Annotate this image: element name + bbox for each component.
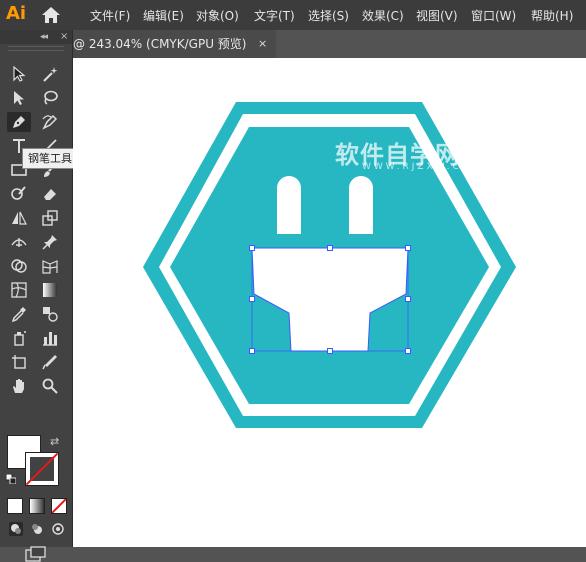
selection-arrow-icon <box>13 65 26 82</box>
close-icon[interactable]: × <box>60 31 68 42</box>
blend-tool[interactable] <box>38 304 62 324</box>
menu-bar: Ai 文件(F) 编辑(E) 对象(O) 文字(T) 选择(S) 效果(C) 视… <box>0 0 586 31</box>
eraser-tool[interactable] <box>38 184 62 204</box>
document-tab-title: @ 243.04% (CMYK/GPU 预览) <box>73 37 247 51</box>
blend-icon <box>43 307 58 322</box>
home-icon[interactable] <box>40 5 62 25</box>
menu-select[interactable]: 选择(S) <box>308 7 349 24</box>
color-mode-button[interactable] <box>7 498 23 514</box>
stroke-color-swatch[interactable] <box>25 452 59 486</box>
menu-file[interactable]: 文件(F) <box>90 7 130 24</box>
plug-prong-right <box>349 176 373 234</box>
width-icon <box>11 238 27 247</box>
document-tab-bar: @ 243.04% (CMYK/GPU 预览) × <box>73 30 586 58</box>
app-logo: Ai <box>6 3 27 24</box>
draw-behind-icon[interactable] <box>30 522 44 536</box>
tools-panel-header: ◂◂ × <box>0 30 72 44</box>
default-colors-icon[interactable] <box>6 474 16 484</box>
symbol-sprayer-tool[interactable] <box>7 328 31 348</box>
shape-builder-icon <box>11 259 27 273</box>
reflect-icon <box>12 211 27 225</box>
direct-selection-icon <box>14 91 24 105</box>
collapse-icon[interactable]: ◂◂ <box>40 32 48 42</box>
pen-nib-icon <box>13 116 25 128</box>
eyedropper-tool[interactable] <box>7 304 31 324</box>
screen-mode-icon[interactable] <box>25 546 47 562</box>
none-slash-icon <box>52 499 66 513</box>
perspective-grid-tool[interactable] <box>38 256 62 276</box>
menu-window[interactable]: 窗口(W) <box>471 7 516 24</box>
slice-tool[interactable] <box>38 352 62 372</box>
draw-normal-icon[interactable] <box>9 522 23 536</box>
slice-knife-icon <box>42 355 57 370</box>
draw-inside-icon[interactable] <box>51 522 65 536</box>
menu-effect[interactable]: 效果(C) <box>362 7 404 24</box>
puppet-warp-tool[interactable] <box>38 232 62 252</box>
column-graph-tool[interactable] <box>38 328 62 348</box>
artboard-icon <box>12 355 26 369</box>
watermark: 软件自学网 WWW.RJZXW.COM <box>335 135 485 175</box>
artboard-canvas[interactable]: 软件自学网 WWW.RJZXW.COM <box>73 58 586 547</box>
curvature-tool[interactable] <box>38 112 62 132</box>
shape-builder-tool[interactable] <box>7 256 31 276</box>
lasso-tool[interactable] <box>38 88 62 108</box>
column-graph-icon <box>43 332 57 346</box>
document-tab[interactable]: @ 243.04% (CMYK/GPU 预览) × <box>73 30 276 58</box>
selection-tool[interactable] <box>7 64 31 84</box>
blob-brush-icon <box>11 186 26 200</box>
hand-tool[interactable] <box>7 376 31 396</box>
hand-icon <box>13 379 24 393</box>
none-mode-button[interactable] <box>51 498 67 514</box>
mesh-tool[interactable] <box>7 280 31 300</box>
menu-view[interactable]: 视图(V) <box>416 7 458 24</box>
swap-colors-icon[interactable]: ⇄ <box>50 435 59 448</box>
gradient-icon <box>43 283 57 297</box>
direct-selection-tool[interactable] <box>7 88 31 108</box>
perspective-grid-icon <box>42 260 58 274</box>
panel-grip[interactable] <box>8 46 64 51</box>
magic-wand-icon <box>43 67 58 82</box>
tools-panel: ◂◂ × ⇄ <box>0 30 73 562</box>
symbol-sprayer-icon <box>14 331 26 346</box>
scale-tool[interactable] <box>38 208 62 228</box>
mesh-icon <box>11 282 27 298</box>
plug-prong-left <box>277 176 301 234</box>
menu-type[interactable]: 文字(T) <box>254 7 295 24</box>
pushpin-icon <box>42 235 57 250</box>
artwork <box>143 102 516 428</box>
menu-edit[interactable]: 编辑(E) <box>143 7 184 24</box>
artboard-tool[interactable] <box>7 352 31 372</box>
zoom-tool[interactable] <box>38 376 62 396</box>
blob-brush-tool[interactable] <box>7 184 31 204</box>
eyedropper-icon <box>11 307 26 323</box>
menu-object[interactable]: 对象(O) <box>196 7 239 24</box>
width-tool[interactable] <box>7 232 31 252</box>
lasso-icon <box>44 90 58 105</box>
magic-wand-tool[interactable] <box>38 64 62 84</box>
gradient-tool[interactable] <box>38 280 62 300</box>
watermark-url: WWW.RJZXW.COM <box>362 162 483 172</box>
pen-tool[interactable] <box>7 112 31 132</box>
scale-icon <box>42 210 58 226</box>
close-tab-icon[interactable]: × <box>258 30 267 58</box>
zoom-magnifier-icon <box>42 378 58 394</box>
menu-help[interactable]: 帮助(H) <box>531 7 573 24</box>
reflect-tool[interactable] <box>7 208 31 228</box>
eraser-icon <box>44 189 56 200</box>
curvature-pen-icon <box>42 114 58 130</box>
gradient-mode-button[interactable] <box>29 498 45 514</box>
